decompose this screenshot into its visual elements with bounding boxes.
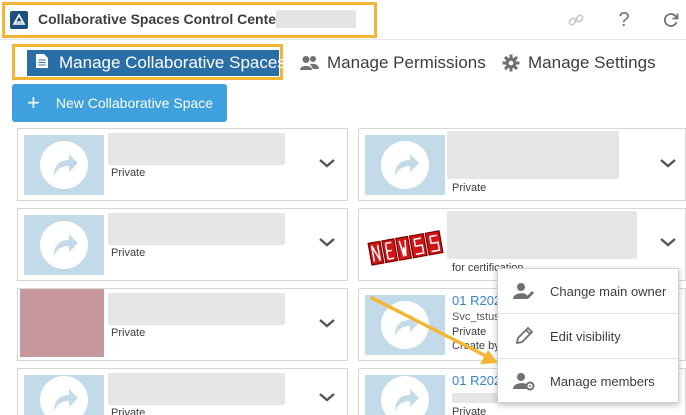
user-settings-icon — [512, 371, 536, 391]
space-card[interactable]: Private — [17, 128, 348, 201]
new-collaborative-space-button[interactable]: + New Collaborative Space — [12, 84, 227, 122]
chevron-down-icon[interactable] — [318, 157, 336, 169]
owner-text: Svc_tstus — [452, 311, 500, 323]
news-logo-icon — [367, 230, 444, 266]
tab-manage-collaborative-spaces[interactable]: Manage Collaborative Spaces — [27, 50, 286, 76]
created-by-text: Create by — [452, 340, 500, 352]
visibility-text: Private — [452, 326, 487, 338]
card-context-menu: Change main owner Edit visibility Manage… — [497, 268, 679, 403]
redacted-space-name — [108, 293, 285, 325]
document-icon — [35, 53, 49, 74]
chevron-down-icon[interactable] — [318, 391, 336, 403]
tab-label: Manage Permissions — [327, 53, 486, 72]
visibility-text: Private — [452, 182, 487, 194]
space-card[interactable]: Private — [17, 368, 348, 415]
menu-item-manage-members[interactable]: Manage members — [498, 359, 678, 403]
title-bar: Collaborative Spaces Control Center - ? — [0, 0, 686, 40]
user-edit-icon — [512, 281, 536, 301]
gear-icon — [502, 54, 520, 72]
redacted-space-name — [108, 213, 285, 245]
visibility-text: Private — [111, 407, 146, 415]
space-thumbnail — [24, 135, 104, 195]
space-card[interactable]: Private — [17, 208, 348, 281]
share-arrow-icon — [381, 301, 429, 349]
space-thumbnail — [365, 295, 445, 355]
space-card[interactable]: Private — [358, 128, 686, 201]
link-icon[interactable] — [564, 8, 588, 32]
redacted-space-name — [108, 133, 285, 165]
share-arrow-icon — [40, 376, 88, 415]
menu-item-edit-visibility[interactable]: Edit visibility — [498, 314, 678, 358]
redacted-space-name — [447, 211, 637, 259]
menu-item-label: Manage members — [550, 373, 655, 389]
pencil-icon — [512, 326, 536, 346]
visibility-text: Private — [111, 167, 146, 179]
menu-item-label: Edit visibility — [550, 328, 621, 344]
space-thumbnail — [20, 289, 104, 357]
share-arrow-icon — [40, 221, 88, 269]
share-arrow-icon — [40, 141, 88, 189]
tab-manage-permissions[interactable]: Manage Permissions — [300, 47, 486, 79]
menu-item-change-main-owner[interactable]: Change main owner — [498, 269, 678, 313]
visibility-text: Private — [111, 327, 146, 339]
space-thumbnail — [365, 135, 445, 195]
space-thumbnail — [24, 215, 104, 275]
visibility-text: Private — [111, 247, 146, 259]
help-icon[interactable]: ? — [612, 8, 636, 32]
new-space-label: New Collaborative Space — [55, 95, 214, 111]
refresh-icon[interactable] — [659, 8, 683, 32]
space-title-link[interactable]: 01 R202 — [452, 373, 501, 388]
share-arrow-icon — [381, 376, 429, 415]
chevron-down-icon[interactable] — [318, 317, 336, 329]
tab-label: Manage Collaborative Spaces — [59, 53, 286, 72]
visibility-text: Private — [452, 406, 487, 415]
redacted-space-name — [108, 373, 285, 405]
title-highlight-frame — [2, 2, 377, 38]
space-title-link[interactable]: 01 R202 — [452, 293, 501, 308]
menu-item-label: Change main owner — [550, 283, 667, 299]
space-thumbnail — [365, 375, 445, 415]
space-thumbnail — [24, 375, 104, 415]
chevron-down-icon[interactable] — [659, 157, 677, 169]
redacted-space-name — [447, 131, 619, 179]
news-thumbnail — [365, 215, 445, 275]
tab-label: Manage Settings — [528, 53, 656, 72]
share-arrow-icon — [381, 141, 429, 189]
chevron-down-icon[interactable] — [318, 236, 336, 248]
chevron-down-icon[interactable] — [659, 236, 677, 248]
redacted-owner — [452, 393, 497, 403]
tab-manage-settings[interactable]: Manage Settings — [502, 47, 656, 79]
space-card[interactable]: Private — [17, 288, 348, 361]
users-icon — [300, 55, 319, 71]
plus-icon: + — [27, 90, 40, 115]
